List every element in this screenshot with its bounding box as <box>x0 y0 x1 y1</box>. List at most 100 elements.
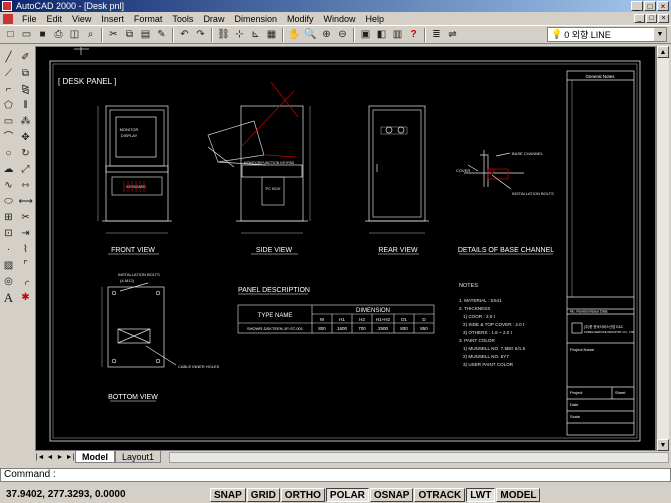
redo-icon[interactable]: ↷ <box>193 27 208 42</box>
extend-icon[interactable]: ⇥ <box>19 227 33 241</box>
ucs-icon[interactable]: ⊾ <box>248 27 263 42</box>
tab-last-icon[interactable]: ►| <box>65 454 75 461</box>
cut-icon[interactable]: ✂ <box>106 27 121 42</box>
close-button[interactable]: × <box>657 1 669 11</box>
find-icon[interactable]: ⌕ <box>83 27 98 42</box>
menu-draw[interactable]: Draw <box>198 14 229 24</box>
paste-icon[interactable]: ▤ <box>138 27 153 42</box>
ellipse-icon[interactable]: ⬭ <box>2 195 16 209</box>
snap-toggle[interactable]: SNAP <box>210 487 246 502</box>
match-properties-icon[interactable]: ✎ <box>154 27 169 42</box>
doc-restore-button[interactable]: □ <box>646 14 657 23</box>
lengthen-icon[interactable]: ⟷ <box>19 195 33 209</box>
rectangle-icon[interactable]: ▭ <box>2 115 16 129</box>
polygon-icon[interactable]: ⬠ <box>2 99 16 113</box>
menu-format[interactable]: Format <box>129 14 168 24</box>
osnap-toggle[interactable]: OSNAP <box>369 487 414 502</box>
fillet-icon[interactable]: ⌌ <box>19 275 33 289</box>
array-icon[interactable]: ⁂ <box>19 115 33 129</box>
horizontal-scrollbar[interactable] <box>169 451 669 463</box>
layer-dropdown[interactable]: 💡 0 외향 LINE ▼ <box>547 27 667 42</box>
otrack-toggle[interactable]: OTRACK <box>414 487 466 502</box>
menu-insert[interactable]: Insert <box>96 14 129 24</box>
zoom-previous-icon[interactable]: ⊖ <box>335 27 350 42</box>
menu-dimension[interactable]: Dimension <box>229 14 282 24</box>
save-icon[interactable]: ■ <box>35 27 50 42</box>
document-icon[interactable] <box>3 13 13 24</box>
hatch-icon[interactable]: ▨ <box>2 259 16 273</box>
scale-icon[interactable]: ⤢ <box>19 163 33 177</box>
chevron-down-icon[interactable]: ▼ <box>654 28 666 41</box>
model-toggle[interactable]: MODEL <box>496 487 541 502</box>
hyperlink-icon[interactable]: ⛓ <box>216 27 231 42</box>
revision-cloud-icon[interactable]: ☁ <box>2 163 16 177</box>
mirror-icon[interactable]: ⧎ <box>19 83 33 97</box>
menu-modify[interactable]: Modify <box>282 14 319 24</box>
named-views-icon[interactable]: ▦ <box>264 27 279 42</box>
explode-icon[interactable]: ✱ <box>19 291 33 305</box>
circle-icon[interactable]: ○ <box>2 147 16 161</box>
zoom-realtime-icon[interactable]: 🔍 <box>303 27 318 42</box>
insert-block-icon[interactable]: ⊞ <box>2 211 16 225</box>
open-icon[interactable]: ▭ <box>19 27 34 42</box>
menu-file[interactable]: File <box>17 14 42 24</box>
minimize-button[interactable]: _ <box>631 1 643 11</box>
stretch-icon[interactable]: ⇿ <box>19 179 33 193</box>
offset-icon[interactable]: ⫴ <box>19 99 33 113</box>
copy-icon[interactable]: ⧉ <box>122 27 137 42</box>
dbconnect-icon[interactable]: ▥ <box>390 27 405 42</box>
grid-toggle[interactable]: GRID <box>246 487 280 502</box>
properties-icon[interactable]: ▣ <box>358 27 373 42</box>
tab-model[interactable]: Model <box>75 451 115 463</box>
multiline-text-icon[interactable]: A <box>2 291 16 305</box>
maximize-button[interactable]: □ <box>644 1 656 11</box>
chamfer-icon[interactable]: ⌜ <box>19 259 33 273</box>
doc-minimize-button[interactable]: _ <box>634 14 645 23</box>
polyline-icon[interactable]: ⌐ <box>2 83 16 97</box>
region-icon[interactable]: ◎ <box>2 275 16 289</box>
layer-manager-icon[interactable]: ≣ <box>429 27 444 42</box>
zoom-window-icon[interactable]: ⊕ <box>319 27 334 42</box>
copy-object-icon[interactable]: ⧉ <box>19 67 33 81</box>
doc-close-button[interactable]: × <box>658 14 669 23</box>
point-icon[interactable]: · <box>2 243 16 257</box>
menu-help[interactable]: Help <box>361 14 390 24</box>
tab-layout1[interactable]: Layout1 <box>115 451 162 463</box>
ortho-toggle[interactable]: ORTHO <box>280 487 325 502</box>
erase-icon[interactable]: ✐ <box>19 51 33 65</box>
construction-line-icon[interactable]: ⟋ <box>2 67 16 81</box>
new-icon[interactable]: □ <box>3 27 18 42</box>
menu-edit[interactable]: Edit <box>42 14 68 24</box>
move-icon[interactable]: ✥ <box>19 131 33 145</box>
undo-icon[interactable]: ↶ <box>177 27 192 42</box>
scroll-down-icon[interactable]: ▼ <box>657 439 669 451</box>
arc-icon[interactable]: ⌒ <box>2 131 16 145</box>
tab-next-icon[interactable]: ► <box>55 454 65 461</box>
help-icon[interactable]: ? <box>406 27 421 42</box>
drawing-canvas[interactable]: [ DESK PANEL ] MONITOR DISPLAY KEYBOARD … <box>36 44 655 450</box>
trim-icon[interactable]: ✂ <box>19 211 33 225</box>
spline-icon[interactable]: ∿ <box>2 179 16 193</box>
design-center-icon[interactable]: ◧ <box>374 27 389 42</box>
break-icon[interactable]: ⌇ <box>19 243 33 257</box>
vertical-scrollbar[interactable]: ▲ ▼ <box>656 46 669 451</box>
tab-first-icon[interactable]: |◄ <box>35 454 45 461</box>
tab-prev-icon[interactable]: ◄ <box>45 454 55 461</box>
polar-toggle[interactable]: POLAR <box>325 487 369 502</box>
tracking-icon[interactable]: ⊹ <box>232 27 247 42</box>
menu-window[interactable]: Window <box>319 14 361 24</box>
lwt-toggle[interactable]: LWT <box>466 487 496 502</box>
preview-icon[interactable]: ◫ <box>67 27 82 42</box>
print-icon[interactable]: ⎙ <box>51 27 66 42</box>
pan-icon[interactable]: ✋ <box>287 27 302 42</box>
command-line[interactable]: Command : <box>0 468 671 482</box>
drawing-viewport[interactable]: [ DESK PANEL ] MONITOR DISPLAY KEYBOARD … <box>35 44 656 451</box>
make-block-icon[interactable]: ⊡ <box>2 227 16 241</box>
scroll-up-icon[interactable]: ▲ <box>657 46 669 58</box>
menu-tools[interactable]: Tools <box>167 14 198 24</box>
layer-previous-icon[interactable]: ⇌ <box>445 27 460 42</box>
menu-view[interactable]: View <box>67 14 96 24</box>
rotate-icon[interactable]: ↻ <box>19 147 33 161</box>
line-icon[interactable]: ╱ <box>2 51 16 65</box>
autocad-app-icon[interactable] <box>2 1 12 11</box>
